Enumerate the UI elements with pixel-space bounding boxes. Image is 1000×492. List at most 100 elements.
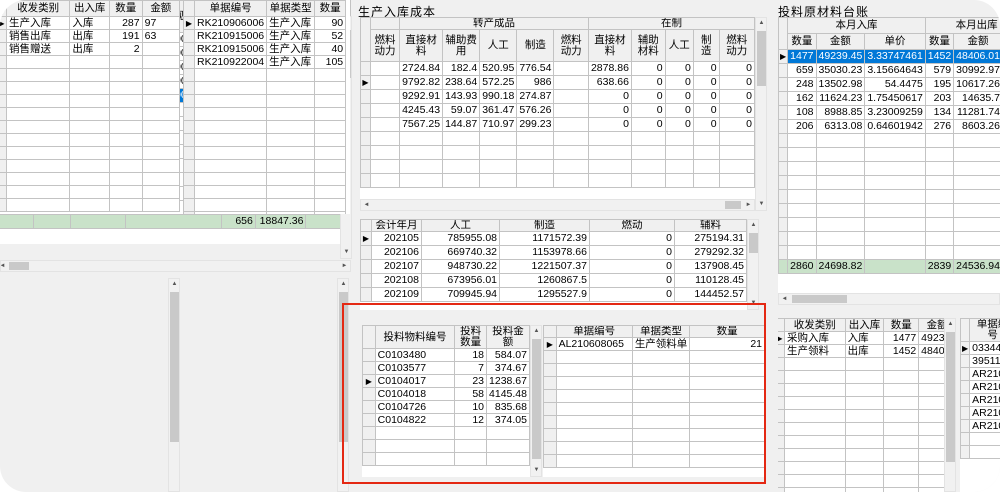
cell[interactable]: 520.95 [480,62,517,76]
cell[interactable] [400,146,443,160]
cell[interactable] [554,146,589,160]
cell[interactable] [719,132,754,146]
cell[interactable] [845,397,884,410]
cell[interactable]: 0 [631,90,665,104]
cell[interactable]: 18847.36 [255,215,306,229]
row-header[interactable] [779,78,788,92]
cell[interactable]: 572.25 [480,76,517,90]
column-header[interactable]: 数量 [884,319,919,332]
cell[interactable]: 143.93 [443,90,480,104]
row-header[interactable] [184,30,195,43]
cell[interactable] [142,134,179,147]
cell[interactable]: 0 [693,62,719,76]
cell[interactable]: 24698.82 [816,260,865,274]
cell[interactable] [845,371,884,384]
column-header[interactable]: 直接材料 [588,30,631,62]
cell[interactable] [954,232,1000,246]
cell[interactable] [517,146,554,160]
cell[interactable] [70,95,110,108]
cell[interactable] [370,174,399,188]
cell[interactable]: 出库 [70,30,110,43]
cell[interactable] [315,134,346,147]
cell[interactable] [845,475,884,488]
cell[interactable] [70,173,110,186]
cell[interactable] [443,146,480,160]
cell[interactable]: 579 [925,64,953,78]
cell[interactable] [925,148,953,162]
cell[interactable] [631,132,665,146]
cell[interactable] [588,146,631,160]
cell[interactable]: 90 [315,17,346,30]
cell[interactable]: 656 [221,215,255,229]
cell[interactable]: 279292.32 [675,246,747,260]
cell[interactable] [954,148,1000,162]
cell[interactable]: 948730.22 [422,260,500,274]
cell[interactable] [142,95,179,108]
cell[interactable] [554,90,589,104]
cell[interactable] [631,174,665,188]
cell[interactable] [884,358,919,371]
cell[interactable]: 0 [588,118,631,132]
monthly-cost-vertical-scrollbar[interactable]: ▲ ▼ [747,219,759,310]
cell[interactable]: 1452 [925,50,953,64]
cell[interactable] [6,82,69,95]
cell[interactable]: 48406.01 [954,50,1000,64]
cell[interactable] [142,121,179,134]
cell[interactable] [554,62,589,76]
cell[interactable] [195,82,267,95]
cell[interactable] [70,82,110,95]
column-header[interactable]: 人工 [665,30,693,62]
cell[interactable]: 生产入库 [267,17,315,30]
cell[interactable]: 2878.86 [588,62,631,76]
row-header[interactable] [184,82,195,95]
cell[interactable] [370,90,399,104]
column-header[interactable]: 单价 [865,34,925,50]
cell[interactable]: AR2106 [970,394,1000,407]
cell[interactable]: 3951159 [970,355,1000,368]
cell[interactable]: 0 [665,90,693,104]
cell[interactable] [400,174,443,188]
row-header[interactable] [779,260,788,274]
cell[interactable]: 14635.7 [954,92,1000,106]
cell[interactable] [925,246,953,260]
column-header[interactable]: 燃动 [590,220,675,232]
cell[interactable]: 销售赠送 [6,43,69,56]
row-header[interactable]: ▶ [361,76,371,90]
cell[interactable]: 0 [719,90,754,104]
cell[interactable]: 182.4 [443,62,480,76]
cell[interactable] [784,371,845,384]
cell[interactable]: 776.54 [517,62,554,76]
cell[interactable] [142,69,179,82]
cell[interactable]: 659 [788,64,816,78]
cell[interactable] [195,147,267,160]
cell[interactable] [588,160,631,174]
cell[interactable] [370,76,399,90]
cell[interactable] [816,218,865,232]
row-header[interactable] [184,186,195,199]
recv-right-vertical-scrollbar[interactable]: ▲ [944,318,956,492]
cell[interactable] [195,160,267,173]
cell[interactable] [142,199,179,212]
cell[interactable] [693,160,719,174]
cell[interactable]: 0 [665,104,693,118]
cell[interactable] [865,232,925,246]
cell[interactable] [845,488,884,492]
cell[interactable]: 0 [590,274,675,288]
cell[interactable] [315,121,346,134]
cell[interactable] [554,104,589,118]
column-header[interactable]: 数量 [788,34,816,50]
cell[interactable] [70,108,110,121]
cell[interactable] [195,186,267,199]
cell[interactable] [845,384,884,397]
cell[interactable]: 162 [788,92,816,106]
row-header[interactable] [184,147,195,160]
cell[interactable] [70,160,110,173]
scroll-up-icon[interactable]: ▲ [945,319,956,330]
cell[interactable]: RK210922004 [195,56,267,69]
cell[interactable] [480,160,517,174]
cell[interactable] [6,160,69,173]
cell[interactable] [142,56,179,69]
scroll-up-icon[interactable]: ▲ [756,18,767,29]
row-header[interactable] [184,121,195,134]
cell[interactable]: 1295527.9 [500,288,590,302]
